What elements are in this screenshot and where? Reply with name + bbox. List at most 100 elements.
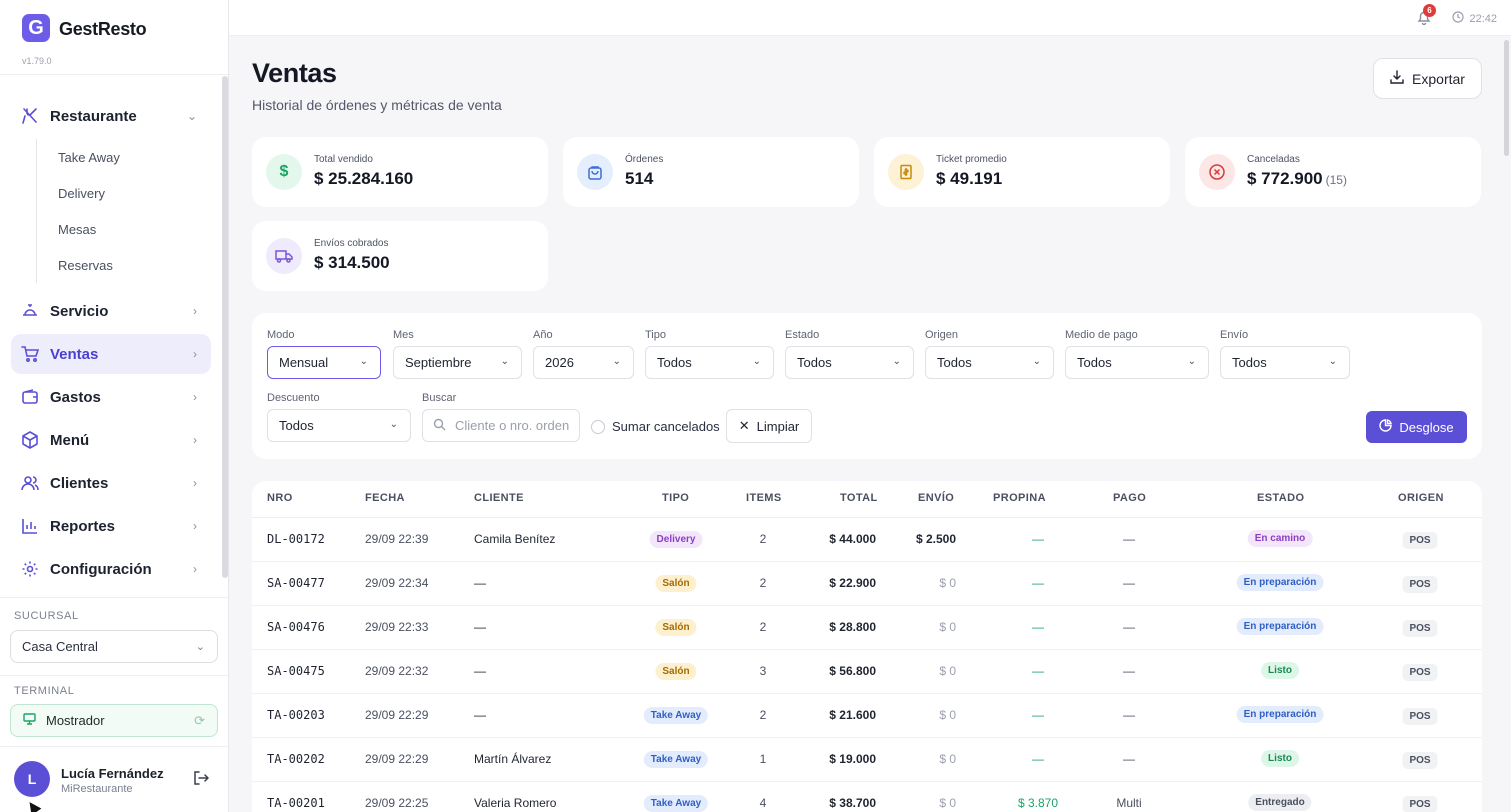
breakdown-button[interactable]: Desglose [1366, 411, 1467, 443]
tipo-select[interactable]: Todos ⌄ [645, 346, 774, 379]
origen-value: Todos [937, 355, 972, 370]
sidebar-subitem-reservas[interactable]: Reservas [58, 247, 211, 283]
sidebar-subitem-delivery[interactable]: Delivery [58, 175, 211, 211]
col-tipo[interactable]: TIPO [662, 492, 689, 504]
sidebar-item-reportes[interactable]: Reportes › [11, 506, 211, 546]
order-number[interactable]: SA-00476 [267, 620, 325, 634]
col-envio[interactable]: ENVÍO [918, 492, 954, 504]
filter-label: Envío [1220, 329, 1249, 341]
terminal-selector[interactable]: Mostrador ⟳ [10, 704, 218, 737]
status-badge: En camino [1247, 530, 1313, 547]
order-number[interactable]: SA-00475 [267, 664, 325, 678]
medio-pago-select[interactable]: Todos ⌄ [1065, 346, 1209, 379]
sidebar-subitem-take-away[interactable]: Take Away [58, 139, 211, 175]
envio-select[interactable]: Todos ⌄ [1220, 346, 1350, 379]
export-button[interactable]: Exportar [1373, 58, 1482, 99]
origen-select[interactable]: Todos ⌄ [925, 346, 1054, 379]
order-total: $ 38.700 [829, 796, 876, 810]
order-shipping: $ 2.500 [915, 532, 956, 546]
dollar-icon: $ [266, 154, 302, 190]
table-header: NRO FECHA CLIENTE TIPO ITEMS TOTAL ENVÍO… [252, 481, 1482, 518]
col-nro[interactable]: NRO [267, 492, 293, 504]
order-payment: Multi [1116, 796, 1142, 810]
table-row[interactable]: TA-00203 29/09 22:29 — Take Away 2 $ 21.600 $ … [252, 694, 1482, 738]
status-badge: En preparación [1236, 618, 1324, 635]
sidebar-item-configuracion[interactable]: Configuración › [11, 549, 211, 589]
search-input[interactable] [455, 418, 575, 433]
order-client: Camila Benítez [474, 532, 556, 546]
restaurante-submenu: Take Away Delivery Mesas Reservas [36, 139, 211, 283]
origin-badge: POS [1402, 576, 1438, 593]
col-propina[interactable]: PROPINA [993, 492, 1046, 504]
order-tip: — [1032, 708, 1044, 722]
order-payment: — [1123, 664, 1135, 678]
table-row[interactable]: SA-00476 29/09 22:33 — Salón 2 $ 28.800 $ 0 — — E… [252, 606, 1482, 650]
breakdown-label: Desglose [1399, 419, 1454, 435]
stat-card-envios-cobrados: Envíos cobrados $ 314.500 [252, 221, 548, 291]
order-number[interactable]: TA-00201 [267, 796, 325, 810]
divider [0, 675, 229, 676]
col-pago[interactable]: PAGO [1113, 492, 1146, 504]
sidebar-item-gastos[interactable]: Gastos › [11, 377, 211, 417]
order-shipping: $ 0 [939, 752, 956, 766]
search-box[interactable] [422, 409, 580, 442]
table-row[interactable]: DL-00172 29/09 22:39 Camila Benítez Deliver… [252, 518, 1482, 562]
stat-value: $ 49.191 [936, 169, 1003, 188]
stat-value: $ 25.284.160 [314, 169, 414, 188]
modo-select[interactable]: Mensual ⌄ [267, 346, 381, 379]
branch-select[interactable]: Casa Central ⌄ [10, 630, 218, 663]
order-payment: — [1123, 708, 1135, 722]
status-badge: Listo [1261, 662, 1299, 679]
descuento-select[interactable]: Todos ⌄ [267, 409, 411, 442]
export-label: Exportar [1412, 70, 1465, 87]
table-row[interactable]: TA-00202 29/09 22:29 Martín Álvarez Take Aw… [252, 738, 1482, 782]
sidebar-item-label: Ventas [50, 345, 99, 363]
sumar-cancelados-radio[interactable] [591, 420, 605, 434]
sidebar-item-clientes[interactable]: Clientes › [11, 463, 211, 503]
order-number[interactable]: SA-00477 [267, 576, 325, 590]
sidebar-item-menu[interactable]: Menú › [11, 420, 211, 460]
anio-value: 2026 [545, 355, 574, 370]
sidebar-item-restaurante[interactable]: Restaurante ⌄ [11, 96, 211, 136]
col-fecha[interactable]: FECHA [365, 492, 405, 504]
sidebar-scrollbar[interactable] [222, 76, 228, 578]
sidebar-item-ventas[interactable]: Ventas › [11, 334, 211, 374]
col-items[interactable]: ITEMS [746, 492, 782, 504]
sumar-cancelados-label[interactable]: Sumar cancelados [612, 419, 720, 434]
filter-label: Mes [393, 329, 414, 341]
table-row[interactable]: SA-00475 29/09 22:32 — Salón 3 $ 56.800 $ 0 — — L… [252, 650, 1482, 694]
sidebar-subitem-mesas[interactable]: Mesas [58, 211, 211, 247]
status-badge: En preparación [1236, 574, 1324, 591]
order-client: — [474, 708, 486, 722]
estado-select[interactable]: Todos ⌄ [785, 346, 914, 379]
refresh-icon[interactable]: ⟳ [194, 713, 205, 729]
mes-value: Septiembre [405, 355, 472, 370]
stat-value: $ 314.500 [314, 253, 390, 272]
col-cliente[interactable]: CLIENTE [474, 492, 524, 504]
col-total[interactable]: TOTAL [840, 492, 878, 504]
order-date: 29/09 22:32 [365, 664, 429, 678]
table-row[interactable]: SA-00477 29/09 22:34 — Salón 2 $ 22.900 $ 0 — — E… [252, 562, 1482, 606]
mes-select[interactable]: Septiembre ⌄ [393, 346, 522, 379]
order-client: — [474, 576, 486, 590]
app-logo[interactable]: G [22, 14, 50, 42]
table-row[interactable]: TA-00201 29/09 22:25 Valeria Romero Take Aw… [252, 782, 1482, 812]
order-number[interactable]: TA-00203 [267, 708, 325, 722]
order-number[interactable]: TA-00202 [267, 752, 325, 766]
order-date: 29/09 22:29 [365, 752, 429, 766]
logout-icon[interactable] [192, 770, 210, 791]
order-payment: — [1123, 576, 1135, 590]
anio-select[interactable]: 2026 ⌄ [533, 346, 634, 379]
notification-badge: 6 [1423, 4, 1436, 17]
user-profile[interactable]: L Lucía Fernández MiRestaurante [14, 761, 219, 801]
col-origen[interactable]: ORIGEN [1398, 492, 1444, 504]
sidebar-item-servicio[interactable]: Servicio › [11, 291, 211, 331]
chevron-down-icon: ⌄ [1328, 356, 1337, 367]
order-number[interactable]: DL-00172 [267, 532, 325, 546]
clear-button[interactable]: ✕ Limpiar [726, 409, 812, 443]
col-estado[interactable]: ESTADO [1257, 492, 1304, 504]
order-total: $ 56.800 [829, 664, 876, 678]
order-tip: — [1032, 576, 1044, 590]
main-scrollbar[interactable] [1504, 40, 1509, 156]
clear-label: Limpiar [756, 418, 800, 434]
